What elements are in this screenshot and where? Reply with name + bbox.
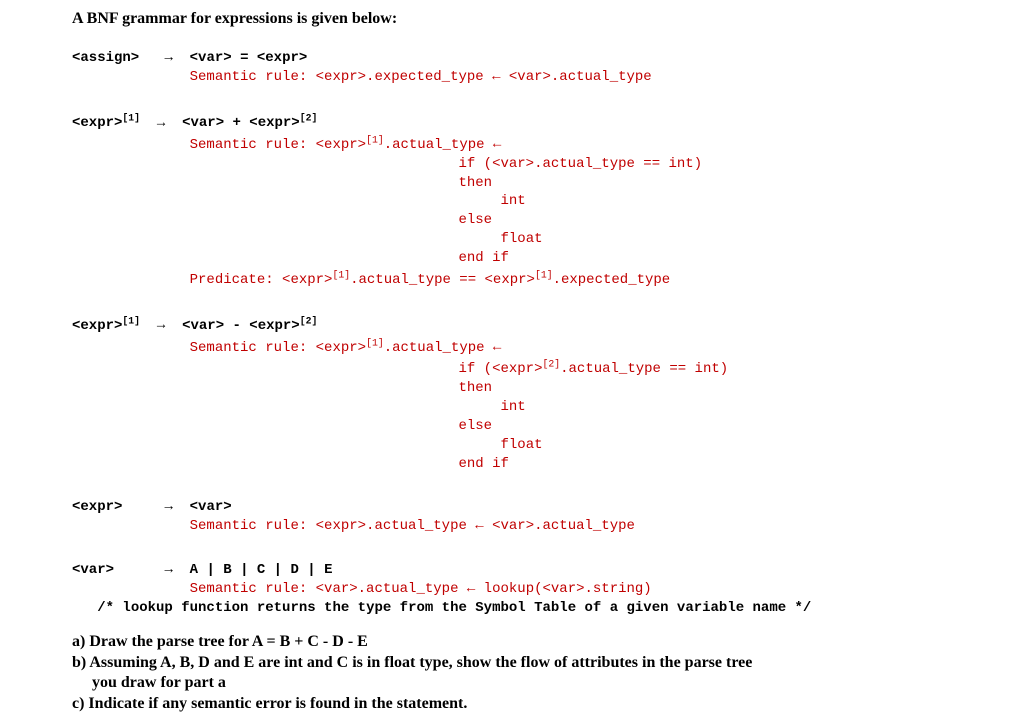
sem-expr3-2: <var>.actual_type bbox=[484, 518, 635, 534]
lookup-comment: /* lookup function returns the type from… bbox=[97, 600, 811, 616]
rhs-expr3: <var> bbox=[190, 499, 232, 515]
rhs-expr1: <var> + <expr>[2] bbox=[182, 115, 317, 131]
endif-kw: end if bbox=[458, 250, 508, 266]
lhs-var: <var> bbox=[72, 562, 114, 578]
lhs-expr1: <expr>[1] bbox=[72, 115, 140, 131]
int-kw: int bbox=[500, 399, 525, 415]
lhs-expr2: <expr>[1] bbox=[72, 318, 140, 334]
sem-expr2: Semantic rule: <expr>[1].actual_type bbox=[190, 340, 493, 356]
else-kw: else bbox=[458, 418, 492, 434]
question-a: a) Draw the parse tree for A = B + C - D… bbox=[72, 632, 1021, 653]
rule-expr-var: <expr> → <var> Semantic rule: <expr>.act… bbox=[72, 480, 1021, 537]
left-arrow-icon: ← bbox=[493, 340, 501, 356]
else-kw: else bbox=[458, 212, 492, 228]
if-line-2: if (<expr>[2].actual_type == int) bbox=[458, 361, 728, 377]
sem-expr3: Semantic rule: <expr>.actual_type bbox=[190, 518, 476, 534]
int-kw: int bbox=[500, 193, 525, 209]
sem-assign: Semantic rule: <expr>.expected_type bbox=[190, 69, 492, 85]
arrow-icon: → bbox=[157, 318, 165, 334]
endif-kw: end if bbox=[458, 456, 508, 472]
rule-assign: <assign> → <var> = <expr> Semantic rule:… bbox=[72, 30, 1021, 87]
sem-assign-2: <var>.actual_type bbox=[500, 69, 651, 85]
sem-var: Semantic rule: <var>.actual_type bbox=[190, 581, 467, 597]
rule-expr-minus: <expr>[1] → <var> - <expr>[2] Semantic r… bbox=[72, 296, 1021, 474]
if-line: if (<var>.actual_type == int) bbox=[458, 156, 702, 172]
sem-var-2: lookup(<var>.string) bbox=[475, 581, 651, 597]
left-arrow-icon: ← bbox=[475, 518, 483, 534]
predicate-expr1: Predicate: <expr>[1].actual_type == <exp… bbox=[190, 272, 671, 288]
rule-expr-plus: <expr>[1] → <var> + <expr>[2] Semantic r… bbox=[72, 93, 1021, 290]
question-c: c) Indicate if any semantic error is fou… bbox=[72, 694, 1021, 715]
then-kw: then bbox=[458, 380, 492, 396]
arrow-icon: → bbox=[164, 50, 172, 66]
document-title: A BNF grammar for expressions is given b… bbox=[72, 10, 1021, 28]
lhs-assign: <assign> bbox=[72, 50, 139, 66]
questions-block: a) Draw the parse tree for A = B + C - D… bbox=[72, 632, 1021, 715]
arrow-icon: → bbox=[157, 115, 165, 131]
lhs-expr3: <expr> bbox=[72, 499, 122, 515]
float-kw: float bbox=[500, 231, 542, 247]
rule-var: <var> → A | B | C | D | E Semantic rule:… bbox=[72, 542, 1021, 618]
question-b-cont: you draw for part a bbox=[72, 673, 1021, 694]
float-kw: float bbox=[500, 437, 542, 453]
left-arrow-icon: ← bbox=[493, 137, 501, 153]
arrow-icon: → bbox=[164, 562, 172, 578]
then-kw: then bbox=[458, 175, 492, 191]
arrow-icon: → bbox=[164, 499, 172, 515]
rhs-var: A | B | C | D | E bbox=[190, 562, 333, 578]
rhs-assign: <var> = <expr> bbox=[190, 50, 308, 66]
sem-expr1: Semantic rule: <expr>[1].actual_type bbox=[190, 137, 493, 153]
rhs-expr2: <var> - <expr>[2] bbox=[182, 318, 317, 334]
question-b: b) Assuming A, B, D and E are int and C … bbox=[72, 653, 1021, 674]
